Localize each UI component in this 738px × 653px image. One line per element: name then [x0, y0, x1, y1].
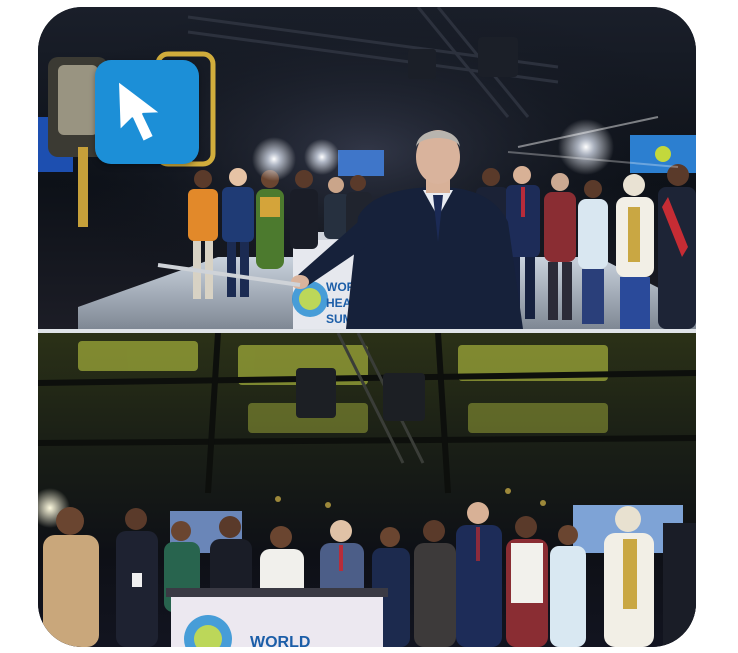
top-event-photo: WORLD HEALTH SUMMIT [38, 7, 696, 329]
bottom-photo-scene: WORLD [38, 333, 696, 647]
cursor-badge [95, 60, 199, 164]
bottom-event-photo: WORLD [38, 333, 696, 647]
top-photo-scene: WORLD HEALTH SUMMIT [38, 7, 696, 329]
bottom-sign-line1: WORLD [250, 634, 310, 647]
mouse-pointer-icon [116, 79, 163, 143]
